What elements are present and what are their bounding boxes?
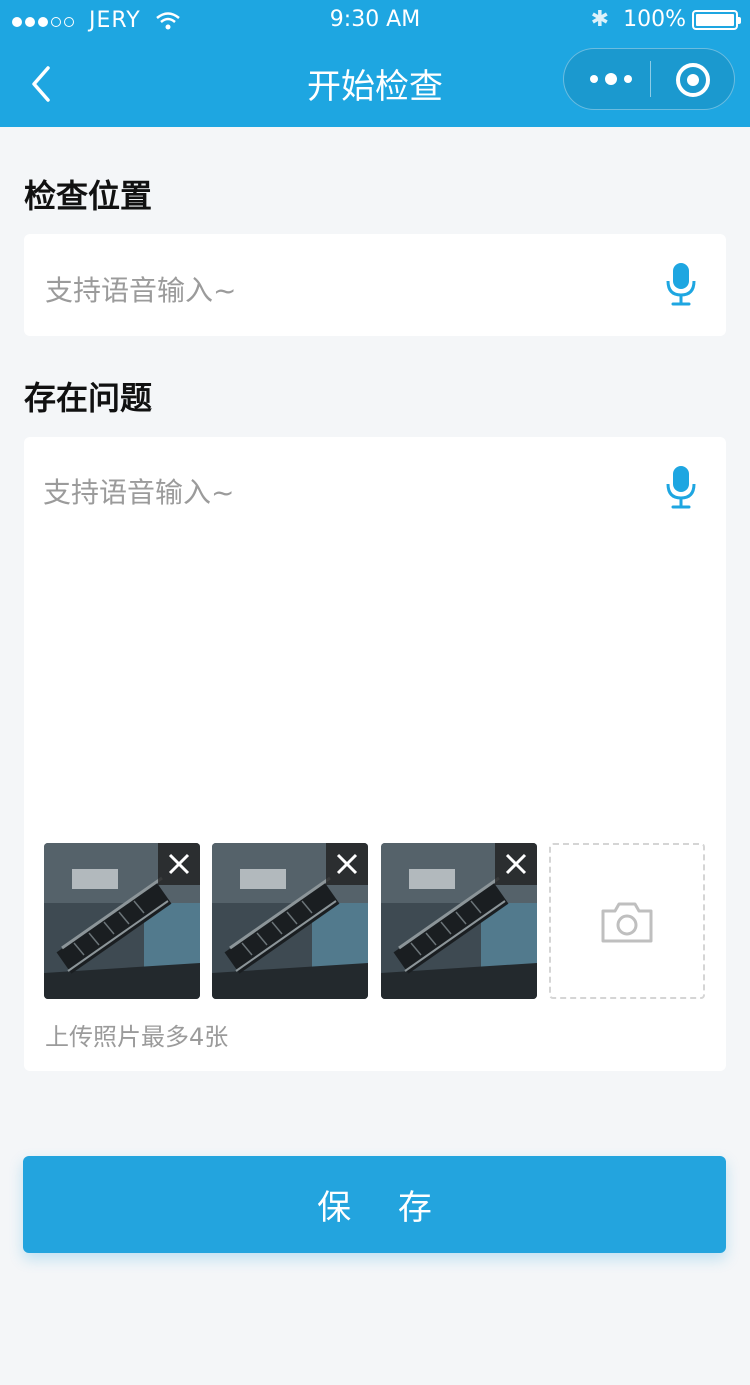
save-button[interactable]: 保 存 xyxy=(23,1156,726,1253)
battery-icon xyxy=(692,9,741,30)
issue-label: 存在问题 xyxy=(24,379,153,417)
close-icon[interactable] xyxy=(495,843,537,885)
photo-thumbnail[interactable] xyxy=(381,843,537,999)
issue-input[interactable]: 支持语音输入~ xyxy=(43,471,234,511)
camera-icon xyxy=(601,902,653,943)
photo-thumbnail[interactable] xyxy=(44,843,200,999)
top-bar: JERY 9:30 AM ✱ 100% 开始检查 xyxy=(0,0,750,127)
add-photo-button[interactable] xyxy=(549,843,705,999)
location-label: 检查位置 xyxy=(24,177,153,215)
microphone-icon[interactable] xyxy=(664,464,698,510)
status-bar: JERY 9:30 AM ✱ 100% xyxy=(0,0,750,40)
location-input-card[interactable]: 支持语音输入~ xyxy=(24,234,726,336)
location-input[interactable]: 支持语音输入~ xyxy=(45,269,236,309)
bluetooth-icon: ✱ xyxy=(590,7,610,32)
nav-bar: 开始检查 xyxy=(0,40,750,127)
close-icon[interactable] xyxy=(326,843,368,885)
upload-hint: 上传照片最多4张 xyxy=(45,1023,229,1051)
issue-input-card: 支持语音输入~ 上传照片最多4张 xyxy=(24,437,726,1071)
more-icon[interactable] xyxy=(586,69,636,89)
photo-thumbnail[interactable] xyxy=(212,843,368,999)
microphone-icon[interactable] xyxy=(664,261,698,307)
mini-program-capsule xyxy=(563,48,735,110)
battery-percent: 100% xyxy=(623,7,686,32)
close-icon[interactable] xyxy=(158,843,200,885)
capsule-divider xyxy=(650,61,651,97)
target-icon[interactable] xyxy=(675,62,711,98)
